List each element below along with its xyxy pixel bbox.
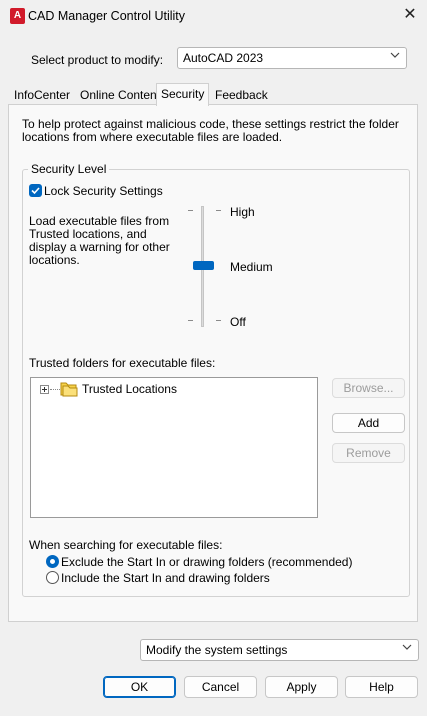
- level-medium-label: Medium: [230, 260, 273, 274]
- tree-item-trusted-locations[interactable]: Trusted Locations: [82, 382, 177, 396]
- lock-security-label: Lock Security Settings: [44, 184, 163, 198]
- autocad-app-icon: A: [10, 8, 25, 24]
- trusted-folders-tree[interactable]: Trusted Locations: [30, 377, 318, 518]
- search-executable-label: When searching for executable files:: [29, 538, 223, 552]
- folder-icon: [60, 382, 78, 397]
- apply-button[interactable]: Apply: [265, 676, 338, 698]
- tab-security[interactable]: Security: [156, 83, 210, 106]
- settings-mode-dropdown[interactable]: Modify the system settings: [140, 639, 419, 661]
- tree-connector: [50, 389, 60, 390]
- security-slider-thumb[interactable]: [193, 261, 214, 270]
- radio-exclude-label: Exclude the Start In or drawing folders …: [61, 555, 353, 569]
- slider-tick-high-right: [216, 210, 221, 211]
- slider-tick-off-right: [216, 320, 221, 321]
- chevron-down-icon: [402, 644, 412, 650]
- security-level-group-label: Security Level: [28, 162, 110, 176]
- checkmark-icon: [31, 187, 40, 195]
- title-bar: A CAD Manager Control Utility ✕: [0, 0, 427, 32]
- window-title: CAD Manager Control Utility: [28, 9, 185, 23]
- slider-tick-high: [188, 210, 193, 211]
- level-off-label: Off: [230, 315, 246, 329]
- lock-security-checkbox[interactable]: [29, 184, 42, 197]
- slider-tick-off: [188, 320, 193, 321]
- add-button[interactable]: Add: [332, 413, 405, 433]
- expand-plus-icon[interactable]: [40, 385, 49, 394]
- tab-feedback[interactable]: Feedback: [211, 86, 272, 104]
- ok-button[interactable]: OK: [103, 676, 176, 698]
- remove-button[interactable]: Remove: [332, 443, 405, 463]
- tab-online-content[interactable]: Online Content: [76, 86, 164, 104]
- browse-button[interactable]: Browse...: [332, 378, 405, 398]
- radio-include-label: Include the Start In and drawing folders: [61, 571, 270, 585]
- trusted-folders-label: Trusted folders for executable files:: [29, 356, 216, 370]
- security-level-description: Load executable files from Trusted locat…: [29, 214, 170, 267]
- product-dropdown-value: AutoCAD 2023: [183, 51, 264, 65]
- close-icon[interactable]: ✕: [398, 3, 422, 27]
- radio-include-start-in[interactable]: [46, 571, 59, 584]
- cancel-button[interactable]: Cancel: [184, 676, 257, 698]
- chevron-down-icon: [390, 52, 400, 58]
- product-dropdown[interactable]: AutoCAD 2023: [177, 47, 407, 69]
- level-high-label: High: [230, 205, 255, 219]
- select-product-label: Select product to modify:: [31, 53, 164, 67]
- radio-exclude-start-in[interactable]: [46, 555, 59, 568]
- tab-infocenter[interactable]: InfoCenter: [10, 86, 74, 104]
- help-button[interactable]: Help: [345, 676, 418, 698]
- settings-mode-value: Modify the system settings: [146, 643, 288, 657]
- security-intro-text: To help protect against malicious code, …: [22, 117, 399, 144]
